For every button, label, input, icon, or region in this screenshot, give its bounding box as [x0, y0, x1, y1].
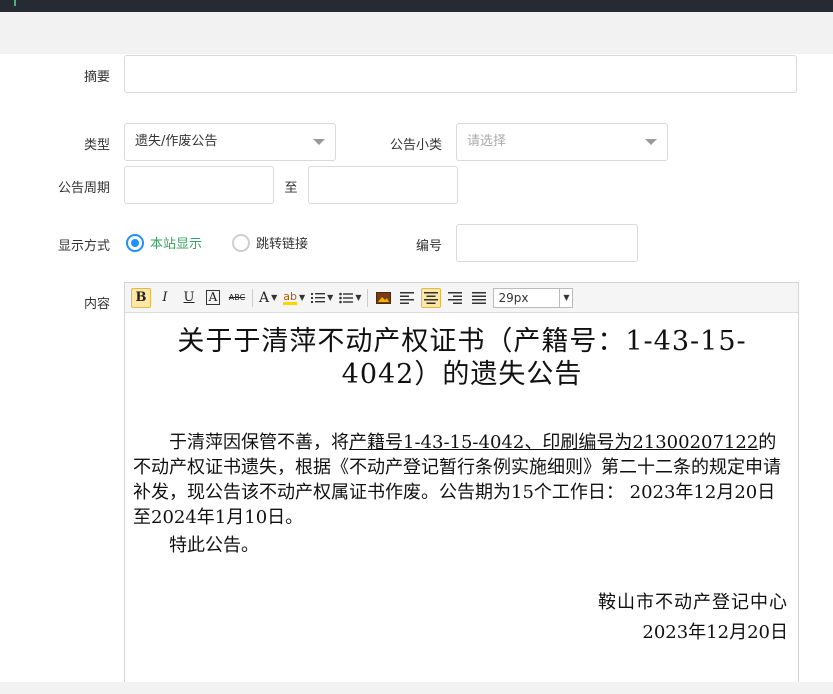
number-input[interactable] [456, 224, 638, 262]
insert-image-button[interactable] [373, 288, 393, 308]
border-text-icon: A [205, 290, 221, 305]
align-center-button[interactable] [421, 287, 442, 308]
type-label: 类型 [83, 138, 110, 153]
radio-redirect-link-label: 跳转链接 [256, 237, 309, 252]
highlight-icon: ab [283, 289, 298, 305]
underline-button[interactable]: U [179, 288, 199, 308]
align-left-icon [400, 291, 415, 304]
document-date: 2023年12月20日 [642, 622, 788, 643]
align-right-icon [448, 291, 463, 304]
editor-toolbar: B I U A ABC A ▼ ab ▼ ▼ ▼ 29px ▼ [125, 283, 798, 313]
font-size-select[interactable]: 29px ▼ [493, 287, 574, 308]
period-start-input[interactable] [124, 166, 274, 204]
caret-down-icon: ▼ [299, 293, 306, 302]
document-title: 关于于清萍不动产权证书（产籍号：1-43-15-4042）的遗失公告 [177, 326, 747, 390]
chevron-down-icon [645, 139, 657, 145]
content-label: 内容 [83, 297, 110, 312]
toolbar-divider [252, 288, 253, 307]
summary-input[interactable] [124, 55, 797, 93]
radio-checked-icon [126, 233, 144, 252]
type-select-value: 遗失/作废公告 [135, 134, 218, 149]
ordered-list-icon [311, 292, 326, 303]
body-text-underlined: 产籍号1-43-15-4042、印刷编号为21300207122 [349, 432, 759, 453]
period-label: 公告周期 [57, 181, 110, 196]
display-mode-label: 显示方式 [57, 239, 110, 254]
align-justify-icon [472, 291, 487, 304]
caret-down-icon: ▼ [271, 293, 278, 302]
document-closing: 特此公告。 [169, 535, 259, 556]
status-indicator [14, 0, 16, 6]
radio-redirect-link[interactable]: 跳转链接 [232, 233, 308, 252]
top-navigation-bar [0, 0, 833, 12]
font-color-icon: A [259, 289, 270, 306]
align-left-button[interactable] [397, 288, 417, 308]
align-right-button[interactable] [445, 288, 465, 308]
italic-button[interactable]: I [155, 288, 175, 308]
unordered-list-icon [339, 292, 354, 303]
radio-local-display[interactable]: 本站显示 [126, 233, 202, 252]
highlight-color-button[interactable]: ab ▼ [282, 288, 306, 308]
number-label: 编号 [415, 239, 442, 254]
period-separator: 至 [284, 181, 298, 196]
summary-label: 摘要 [83, 70, 110, 85]
subcategory-select[interactable]: 请选择 [456, 123, 668, 161]
align-justify-button[interactable] [469, 288, 489, 308]
type-select[interactable]: 遗失/作废公告 [124, 123, 336, 161]
font-size-value: 29px [498, 290, 529, 305]
subcategory-label: 公告小类 [389, 138, 442, 153]
radio-unchecked-icon [232, 233, 250, 252]
unordered-list-button[interactable]: ▼ [338, 288, 362, 308]
toolbar-divider [367, 288, 369, 307]
page-header-bar [0, 12, 833, 54]
subcategory-placeholder: 请选择 [467, 134, 507, 149]
caret-down-icon: ▼ [355, 293, 362, 302]
font-color-button[interactable]: A ▼ [258, 288, 278, 308]
radio-local-display-label: 本站显示 [150, 237, 203, 252]
ordered-list-button[interactable]: ▼ [310, 288, 334, 308]
document-body-paragraph: 于清萍因保管不善，将产籍号1-43-15-4042、印刷编号为213002071… [133, 430, 785, 530]
rich-text-editor[interactable]: B I U A ABC A ▼ ab ▼ ▼ ▼ 29px ▼ 关于于清萍不动产… [124, 282, 799, 694]
bold-button[interactable]: B [131, 287, 151, 308]
strikethrough-button[interactable]: ABC [227, 288, 247, 308]
align-center-icon [424, 291, 439, 304]
caret-down-icon: ▼ [559, 288, 572, 307]
image-icon [375, 291, 391, 304]
document-organization: 鞍山市不动产登记中心 [598, 592, 788, 613]
border-text-button[interactable]: A [203, 288, 223, 308]
body-text-start: 于清萍因保管不善，将 [169, 432, 349, 453]
chevron-down-icon [313, 139, 325, 145]
page-footer-bar [0, 682, 833, 694]
period-end-input[interactable] [308, 166, 458, 204]
caret-down-icon: ▼ [327, 293, 334, 302]
